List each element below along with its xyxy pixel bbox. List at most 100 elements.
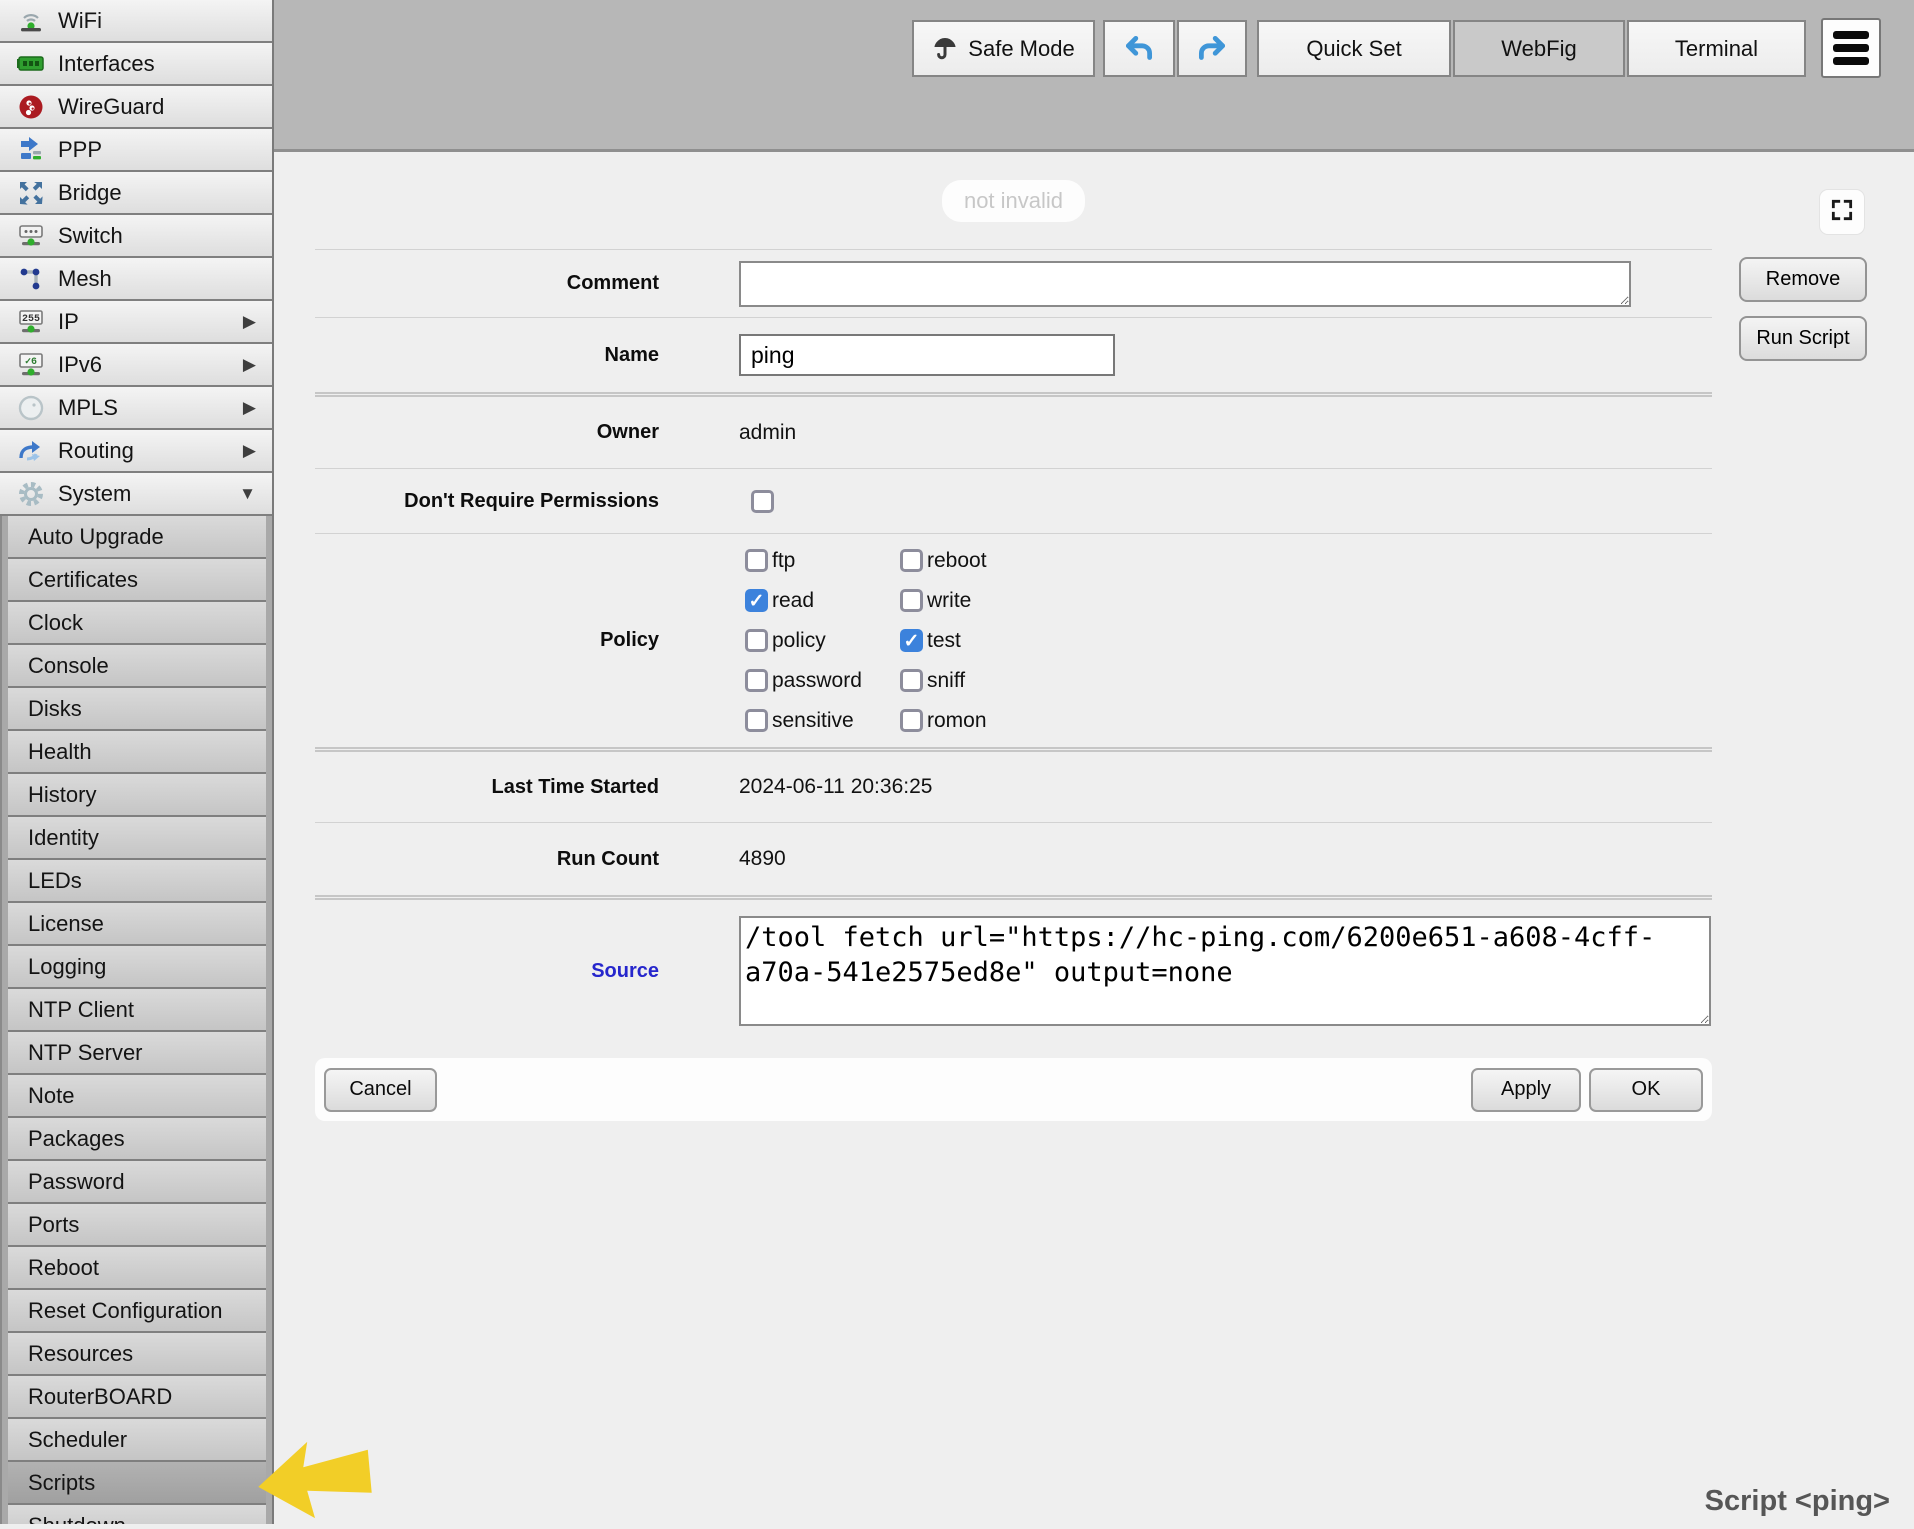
svg-text:✓6: ✓6 [25, 357, 37, 368]
collapse-arrow-icon: ▼ [239, 484, 256, 504]
sidebar-item-ntp-server[interactable]: NTP Server [8, 1032, 266, 1075]
sidebar-item-wireguard[interactable]: WireGuard [0, 86, 272, 129]
sidebar-item-shutdown[interactable]: Shutdown [8, 1505, 266, 1524]
toolbar: Safe Mode Quick Set WebFig Terminal [912, 20, 1881, 78]
owner-label: Owner [315, 421, 659, 444]
sidebar-item-health[interactable]: Health [8, 731, 266, 774]
apply-button[interactable]: Apply [1471, 1068, 1581, 1112]
form-button-bar: Cancel Apply OK [315, 1058, 1712, 1121]
expand-arrow-icon: ▶ [243, 441, 256, 461]
tab-quick-set[interactable]: Quick Set [1257, 20, 1451, 77]
run-count-value: 4890 [739, 847, 786, 871]
sidebar-item-certificates[interactable]: Certificates [8, 559, 266, 602]
sidebar-item-disks[interactable]: Disks [8, 688, 266, 731]
sidebar-item-resources[interactable]: Resources [8, 1333, 266, 1376]
sidebar-item-license[interactable]: License [8, 903, 266, 946]
sidebar-item-ppp[interactable]: PPP [0, 129, 272, 172]
ipv6-icon: ✓6 [14, 350, 48, 380]
remove-button[interactable]: Remove [1739, 257, 1867, 302]
expand-arrow-icon: ▶ [243, 398, 256, 418]
policy-checkbox-ftp[interactable] [745, 549, 768, 572]
tab-terminal[interactable]: Terminal [1627, 20, 1806, 77]
interfaces-icon [14, 49, 48, 79]
redo-button[interactable] [1177, 20, 1247, 77]
sidebar-item-logging[interactable]: Logging [8, 946, 266, 989]
undo-icon [1122, 32, 1156, 66]
sidebar-item-history[interactable]: History [8, 774, 266, 817]
sidebar-item-mpls[interactable]: MPLS ▶ [0, 387, 272, 430]
wifi-icon [14, 6, 48, 36]
system-submenu: Auto Upgrade Certificates Clock Console … [0, 516, 272, 1524]
dont-require-permissions-checkbox[interactable] [751, 490, 774, 513]
sidebar-item-note[interactable]: Note [8, 1075, 266, 1118]
sidebar-item-switch[interactable]: Switch [0, 215, 272, 258]
last-time-started-label: Last Time Started [315, 776, 659, 799]
switch-icon [14, 221, 48, 251]
policy-checkbox-write[interactable] [900, 589, 923, 612]
sidebar-item-system[interactable]: System ▼ [0, 473, 272, 516]
sidebar-item-scripts[interactable]: Scripts [8, 1462, 266, 1505]
sidebar-item-reset-configuration[interactable]: Reset Configuration [8, 1290, 266, 1333]
policy-checkbox-sensitive[interactable] [745, 709, 768, 732]
sidebar-item-interfaces[interactable]: Interfaces [0, 43, 272, 86]
menu-button[interactable] [1821, 18, 1881, 78]
routing-icon [14, 436, 48, 466]
sidebar-item-scheduler[interactable]: Scheduler [8, 1419, 266, 1462]
source-input[interactable]: /tool fetch url="https://hc-ping.com/620… [739, 916, 1711, 1026]
policy-checkbox-test[interactable] [900, 629, 923, 652]
policy-options: ftp reboot read write policy test passwo… [745, 541, 1120, 741]
page-title: Script <ping> [1705, 1485, 1890, 1518]
gear-icon [14, 479, 48, 509]
last-time-started-value: 2024-06-11 20:36:25 [739, 775, 932, 799]
sidebar-item-reboot[interactable]: Reboot [8, 1247, 266, 1290]
owner-value: admin [739, 421, 796, 445]
sidebar-item-ports[interactable]: Ports [8, 1204, 266, 1247]
sidebar-item-auto-upgrade[interactable]: Auto Upgrade [8, 516, 266, 559]
ip-icon: 255 [14, 307, 48, 337]
fullscreen-icon [1829, 197, 1855, 228]
redo-icon [1195, 32, 1229, 66]
policy-checkbox-sniff[interactable] [900, 669, 923, 692]
sidebar-item-ntp-client[interactable]: NTP Client [8, 989, 266, 1032]
policy-checkbox-read[interactable] [745, 589, 768, 612]
source-label[interactable]: Source [315, 960, 659, 983]
run-script-button[interactable]: Run Script [1739, 316, 1867, 361]
ok-button[interactable]: OK [1589, 1068, 1703, 1112]
svg-text:255: 255 [22, 314, 40, 325]
sidebar-item-clock[interactable]: Clock [8, 602, 266, 645]
policy-checkbox-reboot[interactable] [900, 549, 923, 572]
sidebar-item-bridge[interactable]: Bridge [0, 172, 272, 215]
sidebar-item-wifi[interactable]: WiFi [0, 0, 272, 43]
bridge-icon [14, 178, 48, 208]
sidebar-item-packages[interactable]: Packages [8, 1118, 266, 1161]
umbrella-icon [932, 36, 958, 62]
policy-checkbox-password[interactable] [745, 669, 768, 692]
ppp-icon [14, 135, 48, 165]
name-input[interactable] [739, 334, 1115, 376]
sidebar-item-routerboard[interactable]: RouterBOARD [8, 1376, 266, 1419]
status-badge: not invalid [942, 180, 1085, 222]
sidebar-item-ip[interactable]: 255 IP ▶ [0, 301, 272, 344]
cancel-button[interactable]: Cancel [324, 1068, 437, 1112]
expand-arrow-icon: ▶ [243, 312, 256, 332]
wireguard-icon [14, 92, 48, 122]
dont-require-permissions-label: Don't Require Permissions [315, 490, 659, 513]
tab-webfig[interactable]: WebFig [1453, 20, 1625, 77]
sidebar-item-mesh[interactable]: Mesh [0, 258, 272, 301]
undo-button[interactable] [1103, 20, 1175, 77]
expand-arrow-icon: ▶ [243, 355, 256, 375]
sidebar-item-password[interactable]: Password [8, 1161, 266, 1204]
safe-mode-button[interactable]: Safe Mode [912, 20, 1095, 77]
comment-input[interactable] [739, 261, 1631, 307]
policy-checkbox-romon[interactable] [900, 709, 923, 732]
fullscreen-button[interactable] [1819, 189, 1865, 235]
sidebar-item-console[interactable]: Console [8, 645, 266, 688]
policy-checkbox-policy[interactable] [745, 629, 768, 652]
sidebar-item-ipv6[interactable]: ✓6 IPv6 ▶ [0, 344, 272, 387]
name-label: Name [315, 344, 659, 367]
script-form: not invalid Comment Name Owner admin Don… [315, 152, 1712, 1121]
sidebar-item-identity[interactable]: Identity [8, 817, 266, 860]
sidebar-item-routing[interactable]: Routing ▶ [0, 430, 272, 473]
comment-label: Comment [315, 272, 659, 295]
sidebar-item-leds[interactable]: LEDs [8, 860, 266, 903]
